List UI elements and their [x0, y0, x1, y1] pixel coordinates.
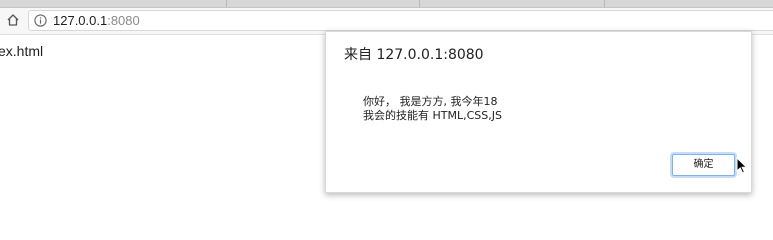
- dialog-title: 来自 127.0.0.1:8080: [344, 47, 484, 63]
- home-button[interactable]: [4, 11, 22, 29]
- dialog-message-line: 我会的技能有 HTML,CSS,JS: [363, 109, 502, 122]
- page-filename-text: ex.html: [0, 43, 44, 59]
- address-bar[interactable]: 127.0.0.1:8080: [28, 10, 773, 31]
- mouse-cursor-icon: [736, 157, 748, 174]
- dialog-message: 你好， 我是方方, 我今年18 我会的技能有 HTML,CSS,JS: [363, 95, 502, 123]
- tab-divider: [604, 0, 605, 7]
- dialog-message-line: 你好， 我是方方, 我今年18: [363, 95, 498, 108]
- home-icon: [7, 14, 19, 26]
- alert-dialog: 来自 127.0.0.1:8080 你好， 我是方方, 我今年18 我会的技能有…: [325, 31, 752, 193]
- url-host: 127.0.0.1: [53, 13, 108, 28]
- url-text[interactable]: 127.0.0.1:8080: [53, 13, 140, 28]
- url-port: :8080: [107, 13, 140, 28]
- tab-divider: [419, 0, 420, 7]
- info-icon[interactable]: [34, 14, 47, 27]
- tab-strip: [0, 0, 773, 8]
- tab-divider: [226, 0, 227, 7]
- ok-button[interactable]: 确定: [672, 154, 735, 176]
